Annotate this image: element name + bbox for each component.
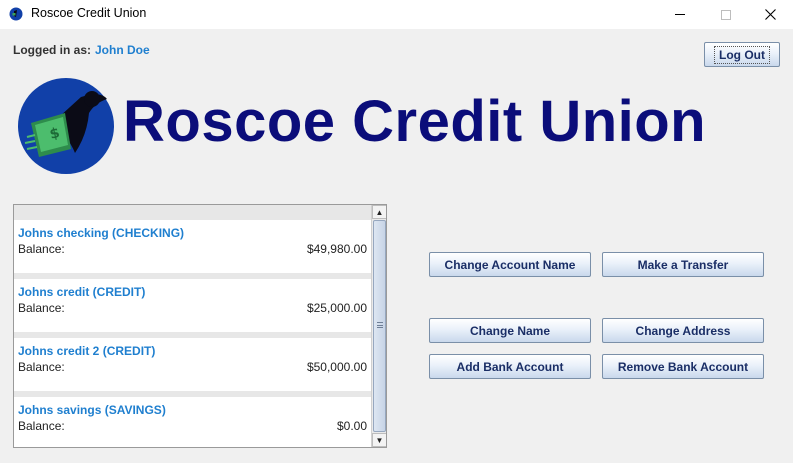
close-button[interactable] (747, 0, 793, 29)
balance-value: $50,000.00 (306, 360, 367, 374)
arrow-up-icon: ▲ (375, 207, 384, 217)
balance-label: Balance: (18, 242, 65, 256)
arrow-down-icon: ▼ (375, 435, 384, 445)
maximize-icon (721, 9, 731, 20)
scrollbar-thumb[interactable] (373, 220, 386, 432)
balance-label: Balance: (18, 360, 65, 374)
close-icon (764, 9, 776, 20)
minimize-button[interactable] (657, 0, 703, 29)
add-bank-account-button[interactable]: Add Bank Account (429, 354, 591, 379)
maximize-button[interactable] (703, 0, 749, 29)
change-address-button[interactable]: Change Address (602, 318, 764, 343)
remove-bank-account-button[interactable]: Remove Bank Account (602, 354, 764, 379)
make-transfer-button[interactable]: Make a Transfer (602, 252, 764, 277)
balance-label: Balance: (18, 419, 65, 433)
account-name: Johns savings (SAVINGS) (18, 403, 166, 417)
change-account-name-button[interactable]: Change Account Name (429, 252, 591, 277)
account-item[interactable]: Johns savings (SAVINGS) Balance: $0.00 (14, 397, 371, 447)
account-item[interactable]: Johns checking (CHECKING) Balance: $49,9… (14, 220, 371, 273)
logout-label: Log Out (714, 45, 770, 64)
account-list[interactable]: Johns checking (CHECKING) Balance: $49,9… (13, 204, 387, 448)
account-list-viewport: Johns checking (CHECKING) Balance: $49,9… (14, 205, 371, 447)
brand-logo: $ (18, 78, 114, 174)
credit-union-logo-icon (9, 7, 23, 21)
logout-button[interactable]: Log Out (704, 42, 780, 67)
account-name: Johns checking (CHECKING) (18, 226, 185, 240)
balance-value: $0.00 (336, 419, 367, 433)
scroll-up-button[interactable]: ▲ (372, 205, 386, 219)
brand-title: Roscoe Credit Union (123, 89, 707, 154)
balance-label: Balance: (18, 301, 65, 315)
account-name: Johns credit 2 (CREDIT) (18, 344, 156, 358)
minimize-icon (675, 14, 685, 15)
change-name-button[interactable]: Change Name (429, 318, 591, 343)
account-item[interactable]: Johns credit 2 (CREDIT) Balance: $50,000… (14, 338, 371, 391)
logged-in-user: John Doe (95, 43, 150, 57)
vertical-scrollbar[interactable]: ▲ ▼ (371, 205, 386, 447)
account-name: Johns credit (CREDIT) (18, 285, 146, 299)
grip-icon (377, 322, 383, 328)
balance-value: $25,000.00 (306, 301, 367, 315)
logged-in-label: Logged in as: (13, 43, 91, 57)
scroll-down-button[interactable]: ▼ (372, 433, 386, 447)
title-bar: Roscoe Credit Union (0, 0, 793, 29)
balance-value: $49,980.00 (306, 242, 367, 256)
window-title: Roscoe Credit Union (31, 6, 147, 20)
account-item[interactable]: Johns credit (CREDIT) Balance: $25,000.0… (14, 279, 371, 332)
